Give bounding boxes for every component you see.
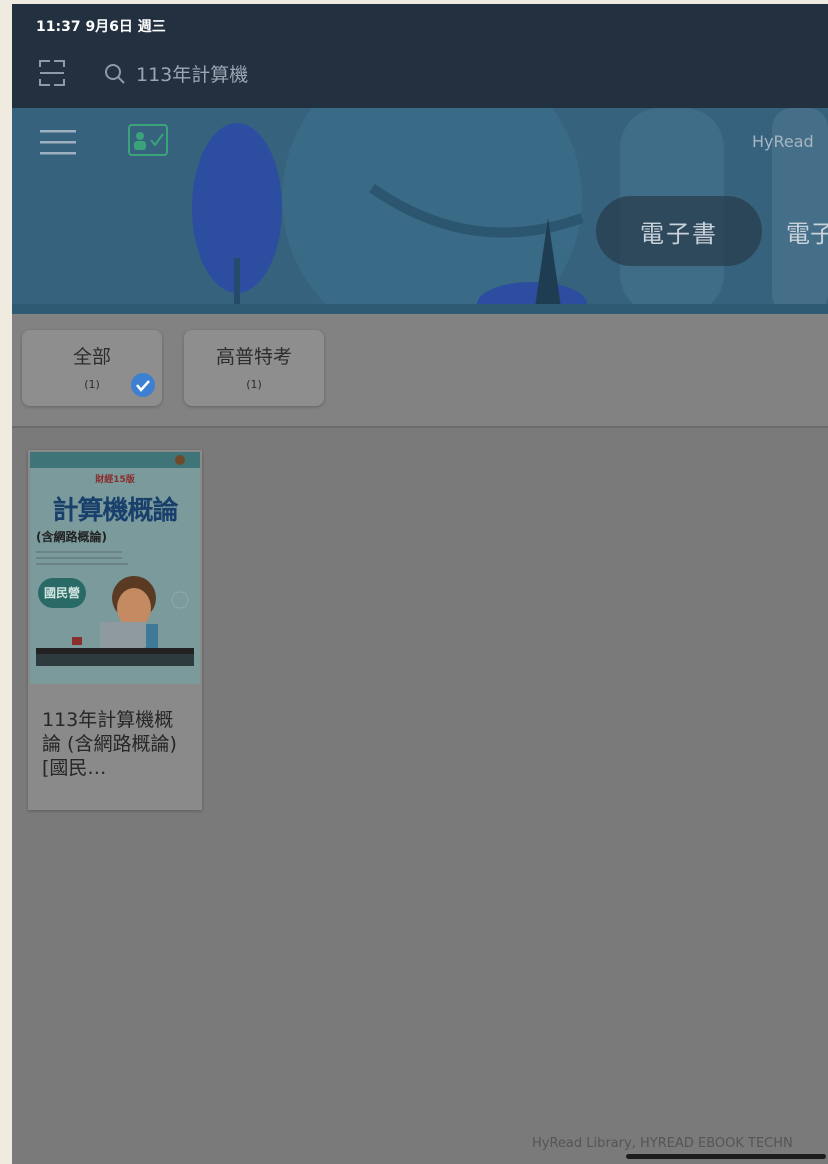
status-time: 11:37 9月6日 週三 (36, 19, 166, 35)
member-card-icon[interactable] (128, 124, 168, 156)
filter-chip-label: 高普特考 (215, 346, 292, 368)
book-card[interactable]: 財經15版 計算機概論 (含網路概論) 國民營 113年計算機概論 (含網路概論… (28, 450, 202, 810)
checkmark-icon (131, 373, 155, 397)
top-bar: 11:37 9月6日 週三 113年計算機 (12, 4, 828, 108)
filter-chip-civil-exam[interactable]: 高普特考 (1) (184, 330, 324, 406)
hero-banner: HyRead 電子書 電子 (12, 108, 828, 314)
tab-ebook-label: 電子書 (640, 219, 718, 248)
home-indicator[interactable] (626, 1154, 826, 1159)
filter-chip-label: 全部 (72, 346, 111, 368)
tab-second[interactable]: 電子 (786, 214, 828, 249)
menu-icon[interactable] (40, 128, 76, 156)
footer-copyright: HyRead Library, HYREAD EBOOK TECHN (532, 1136, 793, 1151)
filter-chip-count: (1) (246, 378, 262, 391)
scan-icon[interactable] (38, 58, 66, 88)
book-cover[interactable]: 財經15版 計算機概論 (含網路概論) 國民營 (30, 452, 200, 684)
cover-title: 計算機概論 (52, 496, 178, 526)
search-icon (105, 63, 125, 84)
search-query[interactable]: 113年計算機 (136, 60, 248, 87)
filter-chip-all[interactable]: 全部 (1) (22, 330, 162, 406)
filter-bar: 全部 (1) 高普特考 (1) (12, 314, 828, 426)
app-screen: 11:37 9月6日 週三 113年計算機 HyRead 電子書 電子 全部 (… (12, 4, 828, 1164)
cover-subtitle: (含網路概論) (36, 530, 107, 544)
book-title[interactable]: 113年計算機概論 (含網路概論)[國民… (42, 708, 192, 780)
cover-badge: 財經15版 (95, 475, 135, 485)
brand-label: HyRead (752, 132, 814, 151)
cover-tag: 國民營 (38, 578, 86, 608)
search-bar[interactable]: 113年計算機 (104, 60, 248, 87)
tab-ebook[interactable]: 電子書 (596, 196, 762, 266)
divider (12, 426, 828, 428)
cover-illustration (30, 452, 200, 684)
